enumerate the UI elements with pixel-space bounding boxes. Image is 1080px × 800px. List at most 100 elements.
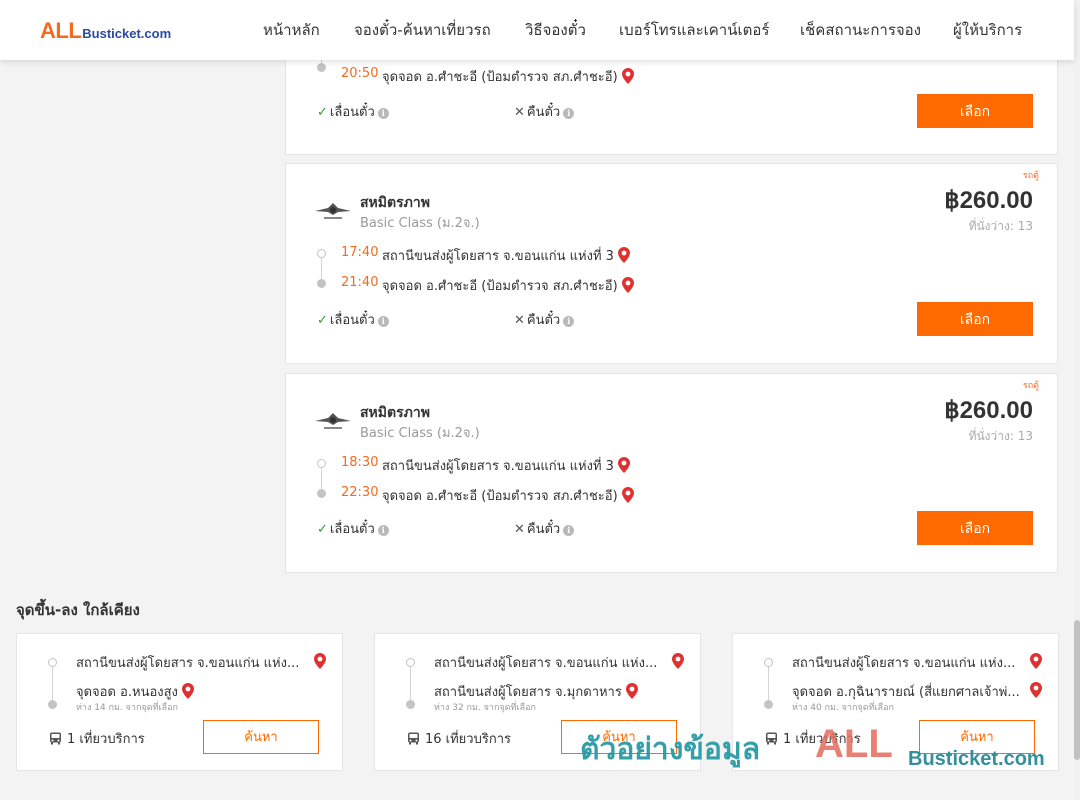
arrive-place: จุดจอด อ.ศำชะอี (ป้อมตำรวจ สภ.ศำชะอี) — [382, 485, 634, 506]
cross-icon: ✕ — [514, 522, 525, 537]
to-dot — [406, 700, 415, 709]
arrive-place-text: จุดจอด อ.ศำชะอี (ป้อมตำรวจ สภ.ศำชะอี) — [382, 279, 618, 294]
depart-place-text: สถานีขนส่งผู้โดยสาร จ.ขอนแก่น แห่งที่ 3 — [382, 249, 614, 264]
info-icon[interactable]: i — [377, 108, 389, 119]
vehicle-badge: รถดู้ — [1022, 171, 1039, 181]
reschedule-feature: ✓ เลื่อนตั๋ว i — [317, 101, 389, 122]
from-dot — [406, 658, 415, 667]
nearby-to: จุดจอด อ.หนองสูง — [76, 681, 194, 702]
reschedule-feature: ✓ เลื่อนตั๋ว i — [317, 518, 389, 539]
bus-icon — [408, 732, 419, 745]
check-icon: ✓ — [317, 313, 328, 328]
nearby-from: สถานีขนส่งผู้โดยสาร จ.ขอนแก่น แห่ง... — [434, 652, 657, 673]
depart-dot — [317, 249, 326, 258]
depart-place: สถานีขนส่งผู้โดยสาร จ.ขอนแก่น แห่งที่ 3 — [382, 245, 630, 266]
nearby-to: จุดจอด อ.กุฉินารายณ์ (สี่แยกศาลเจ้าพ่... — [792, 681, 1020, 702]
nearby-distance: ห่าง 40 กม. จากจุดที่เลือก — [792, 703, 894, 713]
ticket-price: ฿260.00 — [944, 187, 1033, 214]
check-icon: ✓ — [317, 105, 328, 120]
nav-check-booking[interactable]: เช็คสถานะการจอง — [800, 0, 921, 60]
from-dot — [764, 658, 773, 667]
vehicle-badge: รถดู้ — [1022, 381, 1039, 391]
map-pin-icon[interactable] — [314, 653, 326, 669]
scrollbar-thumb[interactable] — [1074, 620, 1080, 760]
map-pin-icon[interactable] — [1030, 682, 1042, 698]
info-icon[interactable]: i — [377, 316, 389, 327]
select-trip-button[interactable]: เลือก — [917, 302, 1033, 336]
trip-card: รถดู้ สหมิตรภาพ Basic Class (ม.2จ.) ฿260… — [285, 163, 1058, 364]
nav-phone-counters[interactable]: เบอร์โทรและเคาน์เตอร์ — [619, 0, 769, 60]
arrive-place: จุดจอด อ.ศำชะอี (ป้อมตำรวจ สภ.ศำชะอี) — [382, 275, 634, 296]
select-trip-button[interactable]: เลือก — [917, 94, 1033, 128]
depart-time: 17:40 — [341, 245, 379, 260]
select-trip-button[interactable]: เลือก — [917, 511, 1033, 545]
site-logo[interactable]: ALL Busticket.com — [40, 18, 171, 44]
ticket-price: ฿260.00 — [944, 397, 1033, 424]
nearby-trips: 1 เที่ยวบริการ — [49, 728, 145, 749]
logo-busticket-text: Busticket.com — [82, 26, 172, 41]
route-line — [768, 666, 769, 704]
nearby-section-title: จุดขึ้น-ลง ใกล้เคียง — [16, 601, 140, 619]
map-pin-icon[interactable] — [621, 277, 634, 293]
nearby-from: สถานีขนส่งผู้โดยสาร จ.ขอนแก่น แห่ง... — [792, 652, 1015, 673]
search-button[interactable]: ค้นหา — [203, 720, 319, 754]
map-pin-icon[interactable] — [672, 653, 684, 669]
watermark-logo-all: ALL — [815, 722, 893, 766]
logo-all-text: ALL — [40, 18, 82, 43]
nav-home[interactable]: หน้าหลัก — [263, 0, 320, 60]
route-line — [52, 666, 53, 704]
watermark-logo-busticket: Busticket.com — [908, 748, 1045, 770]
bus-icon — [50, 732, 61, 745]
nearby-trips-text: 16 เที่ยวบริการ — [425, 732, 511, 747]
map-pin-icon[interactable] — [617, 457, 630, 473]
depart-time: 18:30 — [341, 455, 379, 470]
from-dot — [48, 658, 57, 667]
nearby-distance: ห่าง 14 กม. จากจุดที่เลือก — [76, 703, 178, 713]
watermark-sample-text: ตัวอย่างข้อมูล — [580, 732, 761, 767]
to-dot — [764, 700, 773, 709]
map-pin-icon[interactable] — [181, 683, 194, 699]
map-pin-icon[interactable] — [625, 683, 638, 699]
check-icon: ✓ — [317, 522, 328, 537]
reschedule-feature: ✓ เลื่อนตั๋ว i — [317, 309, 389, 330]
arrive-time: 21:40 — [341, 275, 379, 290]
nearby-to-text: จุดจอด อ.หนองสูง — [76, 685, 178, 700]
operator-name: สหมิตรภาพ — [360, 405, 430, 421]
refund-label: คืนตั๋ว — [526, 313, 561, 328]
to-dot — [48, 700, 57, 709]
nav-how-to-book[interactable]: วิธีจองตั๋ว — [525, 0, 586, 60]
operator-logo-icon — [315, 203, 351, 219]
nav-book-search[interactable]: จองตั๋ว-ค้นหาเที่ยวรถ — [354, 0, 491, 60]
nav-operators[interactable]: ผู้ให้บริการ — [953, 0, 1022, 60]
arrive-dot — [317, 489, 326, 498]
arrive-time: 22:30 — [341, 485, 379, 500]
bus-icon — [766, 732, 777, 745]
operator-name: สหมิตรภาพ — [360, 195, 430, 211]
refund-feature: ✕ คืนตั๋ว i — [514, 518, 575, 539]
map-pin-icon[interactable] — [621, 68, 634, 84]
depart-place-text: สถานีขนส่งผู้โดยสาร จ.ขอนแก่น แห่งที่ 3 — [382, 459, 614, 474]
page-scrollbar[interactable] — [1074, 0, 1080, 800]
arrive-time: 20:50 — [341, 66, 379, 81]
arrive-place-text: จุดจอด อ.ศำชะอี (ป้อมตำรวจ สภ.ศำชะอี) — [382, 489, 618, 504]
seats-available: ที่นั่งว่าง: 13 — [968, 429, 1033, 443]
info-icon[interactable]: i — [377, 525, 389, 536]
seats-available: ที่นั่งว่าง: 13 — [968, 219, 1033, 233]
route-line — [410, 666, 411, 704]
trip-card: รถดู้ สหมิตรภาพ Basic Class (ม.2จ.) ฿260… — [285, 373, 1058, 573]
refund-label: คืนตั๋ว — [526, 522, 561, 537]
nearby-to-text: สถานีขนส่งผู้โดยสาร จ.มุกดาหาร — [434, 685, 622, 700]
info-icon[interactable]: i — [563, 108, 575, 119]
service-class: Basic Class (ม.2จ.) — [360, 216, 480, 231]
arrive-place-text: จุดจอด อ.ศำชะอี (ป้อมตำรวจ สภ.ศำชะอี) — [382, 70, 618, 85]
info-icon[interactable]: i — [563, 316, 575, 327]
map-pin-icon[interactable] — [621, 487, 634, 503]
nearby-to-text: จุดจอด อ.กุฉินารายณ์ (สี่แยกศาลเจ้าพ่... — [792, 685, 1020, 700]
arrive-dot — [317, 279, 326, 288]
refund-label: คืนตั๋ว — [526, 105, 561, 120]
depart-place: สถานีขนส่งผู้โดยสาร จ.ขอนแก่น แห่งที่ 3 — [382, 455, 630, 476]
map-pin-icon[interactable] — [1030, 653, 1042, 669]
map-pin-icon[interactable] — [617, 247, 630, 263]
info-icon[interactable]: i — [563, 525, 575, 536]
top-header: ALL Busticket.com หน้าหลัก จองตั๋ว-ค้นหา… — [0, 0, 1074, 60]
